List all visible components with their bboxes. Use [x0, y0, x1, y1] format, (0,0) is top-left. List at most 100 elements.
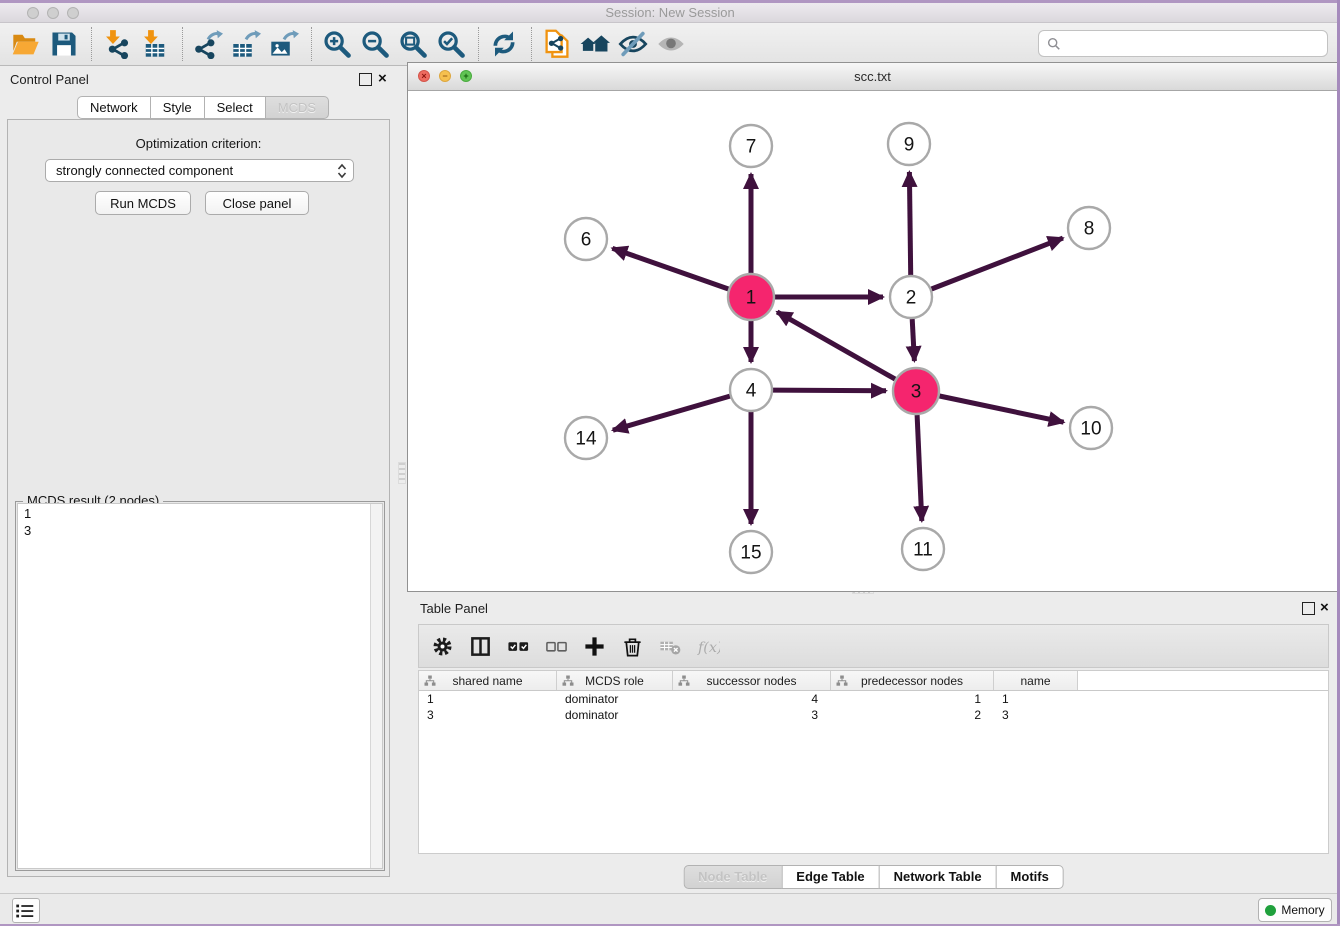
graph-node-6[interactable]: 6	[565, 218, 607, 260]
column-header-mcds-role[interactable]: MCDS role	[557, 671, 673, 690]
cell-name[interactable]: 3	[994, 707, 1078, 723]
task-history-button[interactable]	[12, 898, 40, 923]
graph-node-2[interactable]: 2	[890, 276, 932, 318]
network-zoom-icon[interactable]: +	[460, 70, 472, 82]
control-panel-close-icon[interactable]: ×	[378, 72, 387, 85]
export-network-icon[interactable]	[190, 25, 228, 63]
hide-selected-icon[interactable]	[615, 25, 653, 63]
svg-text:14: 14	[575, 429, 597, 450]
cell-shared-name[interactable]: 1	[419, 691, 557, 707]
show-all-icon[interactable]	[653, 25, 691, 63]
zoom-in-icon[interactable]	[319, 25, 357, 63]
cell-name[interactable]: 1	[994, 691, 1078, 707]
cell-shared-name[interactable]: 3	[419, 707, 557, 723]
graph-node-14[interactable]: 14	[565, 417, 607, 459]
cell-mcds-role[interactable]: dominator	[557, 691, 673, 707]
tab-node-table[interactable]: Node Table	[683, 865, 781, 889]
column-header-shared-name[interactable]: shared name	[419, 671, 557, 690]
tab-style[interactable]: Style	[150, 96, 204, 119]
table-header-row: shared nameMCDS rolesuccessor nodesprede…	[419, 671, 1328, 691]
criterion-select[interactable]: strongly connected component	[45, 159, 354, 182]
tab-select[interactable]: Select	[204, 96, 265, 119]
svg-text:15: 15	[740, 543, 761, 564]
graph-edge-2-8[interactable]	[932, 238, 1063, 289]
graph-edge-3-11[interactable]	[917, 415, 922, 521]
cell-mcds-role[interactable]: dominator	[557, 707, 673, 723]
save-session-icon[interactable]	[46, 25, 84, 63]
list-icon	[14, 900, 36, 922]
graph-edge-3-1[interactable]	[777, 312, 895, 379]
graph-node-10[interactable]: 10	[1070, 407, 1112, 449]
column-display-icon[interactable]	[467, 632, 495, 660]
clone-network-icon[interactable]	[539, 25, 577, 63]
export-table-icon[interactable]	[228, 25, 266, 63]
graph-edge-2-9[interactable]	[909, 172, 910, 275]
table-panel-float-icon[interactable]	[1302, 602, 1315, 615]
close-window-icon[interactable]	[27, 7, 39, 19]
graph-node-11[interactable]: 11	[902, 528, 944, 570]
cell-successor-nodes[interactable]: 4	[673, 691, 831, 707]
unselect-all-columns-icon[interactable]	[543, 632, 571, 660]
run-mcds-button[interactable]: Run MCDS	[95, 191, 191, 215]
search-box[interactable]	[1038, 30, 1328, 57]
graph-node-9[interactable]: 9	[888, 123, 930, 165]
table-body: 1dominator4113dominator323	[419, 691, 1328, 723]
graph-edge-2-3[interactable]	[912, 319, 914, 361]
graph-edge-4-14[interactable]	[613, 396, 730, 430]
network-window-titlebar[interactable]: × − + scc.txt	[408, 63, 1337, 91]
dropdown-stepper-icon	[337, 163, 347, 179]
table-toolbar: f(x)	[418, 624, 1329, 668]
zoom-fit-icon[interactable]	[395, 25, 433, 63]
delete-columns-icon[interactable]	[619, 632, 647, 660]
graph-edge-4-3[interactable]	[773, 390, 886, 391]
select-all-columns-icon[interactable]	[505, 632, 533, 660]
vertical-splitter-handle[interactable]	[398, 462, 406, 484]
apply-layout-icon[interactable]	[486, 25, 524, 63]
search-input[interactable]	[1066, 35, 1319, 52]
graph-edge-3-10[interactable]	[940, 396, 1064, 422]
table-row[interactable]: 1dominator411	[419, 691, 1328, 707]
graph-node-7[interactable]: 7	[730, 125, 772, 167]
network-window-title: scc.txt	[408, 63, 1337, 90]
control-panel-float-icon[interactable]	[359, 73, 372, 86]
tab-network-table[interactable]: Network Table	[879, 865, 996, 889]
svg-text:f(x): f(x)	[697, 639, 720, 655]
zoom-selected-icon[interactable]	[433, 25, 471, 63]
graph-edge-1-6[interactable]	[612, 248, 728, 289]
tab-edge-table[interactable]: Edge Table	[781, 865, 878, 889]
mcds-result-box[interactable]: 13	[17, 503, 383, 869]
network-graph[interactable]: 7 9 6 8 1 2 4 3 14 10 15 11	[408, 91, 1337, 591]
network-minimize-icon[interactable]: −	[439, 70, 451, 82]
cell-predecessor-nodes[interactable]: 1	[831, 691, 994, 707]
first-neighbors-icon[interactable]	[577, 25, 615, 63]
status-bar: Memory	[0, 893, 1340, 926]
open-session-icon[interactable]	[8, 25, 46, 63]
tab-network[interactable]: Network	[77, 96, 150, 119]
graph-node-15[interactable]: 15	[730, 531, 772, 573]
graph-node-4[interactable]: 4	[730, 369, 772, 411]
cell-successor-nodes[interactable]: 3	[673, 707, 831, 723]
minimize-window-icon[interactable]	[47, 7, 59, 19]
export-image-icon[interactable]	[266, 25, 304, 63]
table-mode-gear-icon[interactable]	[429, 632, 457, 660]
graph-node-3[interactable]: 3	[893, 368, 939, 414]
column-header-successor-nodes[interactable]: successor nodes	[673, 671, 831, 690]
graph-node-1[interactable]: 1	[728, 274, 774, 320]
memory-button[interactable]: Memory	[1258, 898, 1332, 922]
create-column-icon[interactable]	[581, 632, 609, 660]
tab-motifs[interactable]: Motifs	[996, 865, 1064, 889]
column-header-name[interactable]: name	[994, 671, 1078, 690]
column-header-predecessor-nodes[interactable]: predecessor nodes	[831, 671, 994, 690]
result-scrollbar[interactable]	[370, 504, 382, 868]
table-panel-close-icon[interactable]: ×	[1320, 601, 1329, 614]
table-row[interactable]: 3dominator323	[419, 707, 1328, 723]
zoom-out-icon[interactable]	[357, 25, 395, 63]
cell-predecessor-nodes[interactable]: 2	[831, 707, 994, 723]
close-panel-button[interactable]: Close panel	[205, 191, 309, 215]
tab-mcds[interactable]: MCDS	[265, 96, 329, 119]
import-network-icon[interactable]	[99, 25, 137, 63]
import-table-icon[interactable]	[137, 25, 175, 63]
graph-node-8[interactable]: 8	[1068, 207, 1110, 249]
zoom-window-icon[interactable]	[67, 7, 79, 19]
network-close-icon[interactable]: ×	[418, 70, 430, 82]
